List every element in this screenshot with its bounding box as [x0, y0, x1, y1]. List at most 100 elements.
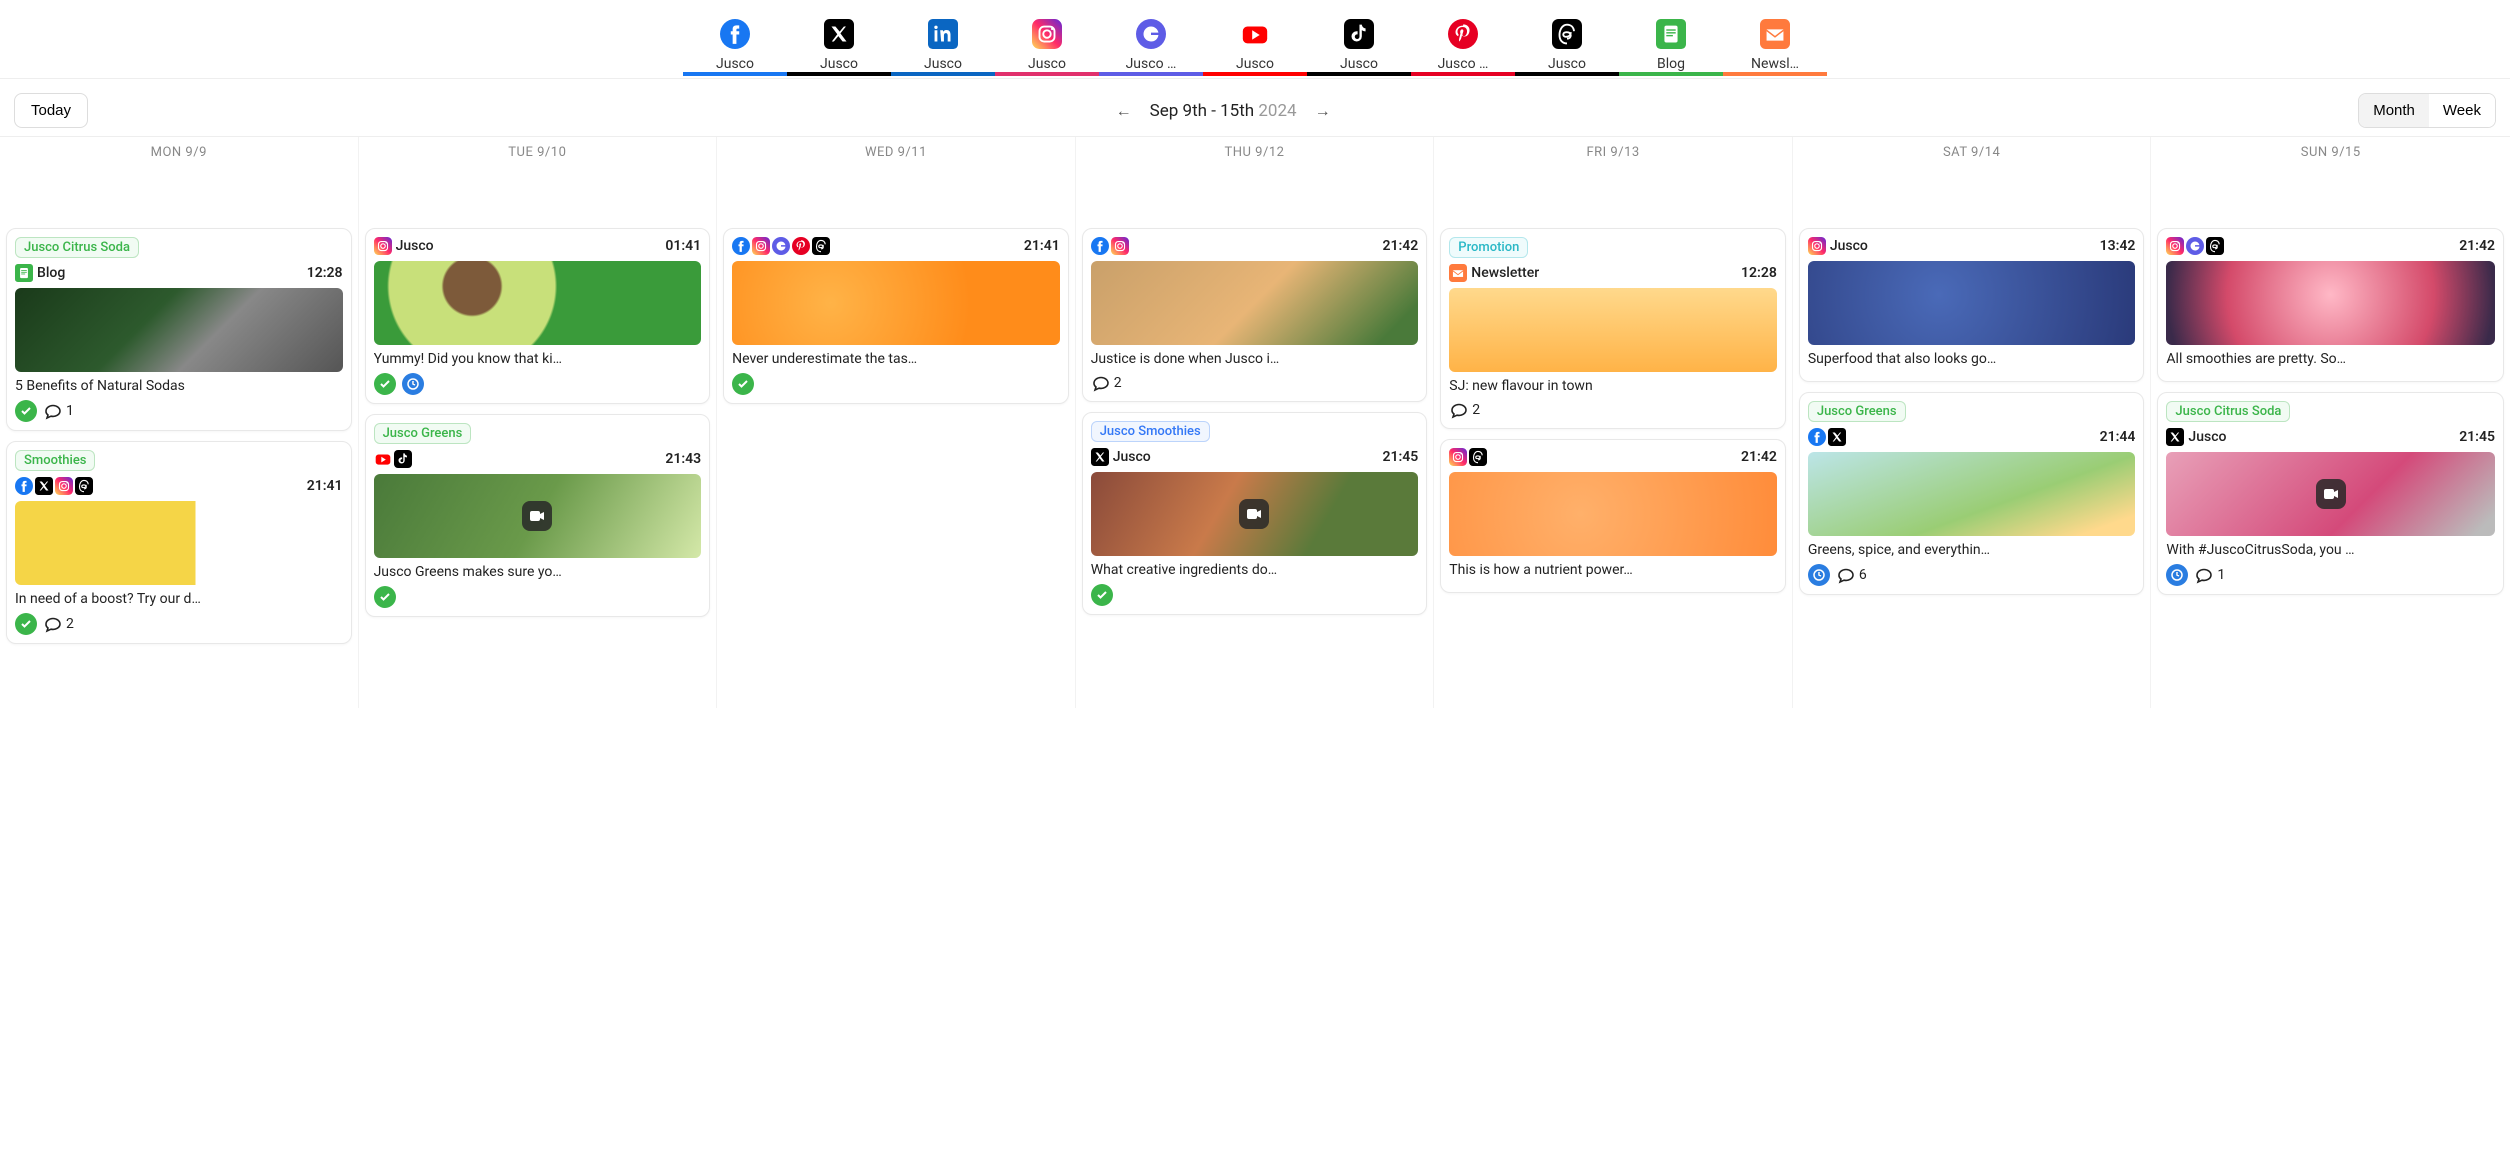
- channel-pinterest[interactable]: Jusco …: [1429, 18, 1497, 72]
- channel-blog[interactable]: Blog: [1637, 18, 1705, 72]
- day-column[interactable]: Jusco01:41Yummy! Did you know that ki…Ju…: [359, 168, 718, 708]
- channel-label: Jusco: [924, 56, 962, 72]
- channel-threads[interactable]: Jusco: [1533, 18, 1601, 72]
- account-name: Jusco: [1113, 449, 1151, 465]
- channel-label: Jusco: [820, 56, 858, 72]
- post-time: 21:42: [1741, 449, 1777, 465]
- channel-label: Jusco: [1236, 56, 1274, 72]
- post-time: 12:28: [1741, 265, 1777, 281]
- post-card[interactable]: Jusco Citrus SodaJusco21:45With #JuscoCi…: [2157, 392, 2504, 595]
- post-card[interactable]: Jusco Smoothies Jusco 21:45 What creative i…: [1082, 412, 1428, 615]
- status-approved-icon: [374, 373, 396, 395]
- post-thumbnail[interactable]: [1449, 288, 1777, 372]
- instagram-icon: [752, 237, 770, 255]
- post-time: 21:41: [1024, 238, 1060, 254]
- x-icon: [823, 18, 855, 50]
- comment-count[interactable]: 2: [43, 614, 74, 634]
- post-time: 21:45: [1382, 449, 1418, 465]
- comment-count[interactable]: 6: [1836, 565, 1867, 585]
- campaign-tag[interactable]: Promotion: [1449, 237, 1528, 258]
- post-card[interactable]: PromotionNewsletter12:28SJ: new flavour …: [1440, 228, 1786, 429]
- post-thumbnail[interactable]: [374, 474, 702, 558]
- channel-newsletter[interactable]: Newsl…: [1741, 18, 1809, 72]
- post-thumbnail[interactable]: [1091, 261, 1419, 345]
- comment-count[interactable]: 2: [1091, 373, 1122, 393]
- post-thumbnail[interactable]: [374, 261, 702, 345]
- campaign-tag[interactable]: Jusco Citrus Soda: [15, 237, 139, 258]
- post-card[interactable]: 21:42Justice is done when Jusco i…2: [1082, 228, 1428, 402]
- post-thumbnail[interactable]: [1808, 452, 2136, 536]
- channel-instagram[interactable]: Jusco: [1013, 18, 1081, 72]
- date-range: Sep 9th - 15th 2024: [1150, 101, 1297, 121]
- post-caption: Greens, spice, and everythin…: [1808, 542, 2136, 558]
- post-card[interactable]: Jusco13:42Superfood that also looks go…: [1799, 228, 2145, 382]
- post-thumbnail[interactable]: [1091, 472, 1419, 556]
- comment-count[interactable]: 1: [2194, 565, 2225, 585]
- x-icon: [35, 477, 53, 495]
- week-view-button[interactable]: Week: [2429, 94, 2495, 127]
- post-card[interactable]: 21:42This is how a nutrient power…: [1440, 439, 1786, 593]
- day-column[interactable]: PromotionNewsletter12:28SJ: new flavour …: [1434, 168, 1793, 708]
- prev-week-button[interactable]: ←: [1116, 101, 1132, 121]
- post-thumbnail[interactable]: [1808, 261, 2136, 345]
- status-approved-icon: [15, 400, 37, 422]
- month-view-button[interactable]: Month: [2359, 94, 2429, 127]
- campaign-tag[interactable]: Smoothies: [15, 450, 95, 471]
- post-card[interactable]: 21:42All smoothies are pretty. So…: [2157, 228, 2504, 382]
- comment-count[interactable]: 1: [43, 401, 74, 421]
- channel-underline: [1307, 72, 1411, 76]
- post-time: 01:41: [665, 238, 701, 254]
- channel-underline: [1723, 72, 1827, 76]
- channel-youtube[interactable]: Jusco: [1221, 18, 1289, 72]
- campaign-tag[interactable]: Jusco Citrus Soda: [2166, 401, 2290, 422]
- channel-linkedin[interactable]: Jusco: [909, 18, 977, 72]
- post-thumbnail[interactable]: [2166, 452, 2495, 536]
- campaign-tag[interactable]: Jusco Greens: [1808, 401, 1906, 422]
- facebook-icon: [15, 477, 33, 495]
- channel-google[interactable]: Jusco …: [1117, 18, 1185, 72]
- account-name: Jusco: [396, 238, 434, 254]
- post-caption: Yummy! Did you know that ki…: [374, 351, 702, 367]
- tiktok-icon: [1343, 18, 1375, 50]
- comment-count[interactable]: 2: [1449, 400, 1480, 420]
- next-week-button[interactable]: →: [1315, 101, 1331, 121]
- channel-x[interactable]: Jusco: [805, 18, 873, 72]
- post-thumbnail[interactable]: [15, 288, 343, 372]
- channel-selector: Jusco Jusco Jusco Jusco Jusco … Jusco Ju…: [0, 0, 2510, 72]
- post-thumbnail[interactable]: [15, 501, 343, 585]
- post-card[interactable]: Smoothies21:41In need of a boost? Try ou…: [6, 441, 352, 644]
- post-caption: Superfood that also looks go…: [1808, 351, 2136, 367]
- day-column[interactable]: Jusco Citrus SodaBlog12:285 Benefits of …: [0, 168, 359, 708]
- post-card[interactable]: Jusco 01:41 Yummy! Did you know that ki…: [365, 228, 711, 404]
- channel-tiktok[interactable]: Jusco: [1325, 18, 1393, 72]
- day-column[interactable]: 21:42All smoothies are pretty. So…Jusco …: [2151, 168, 2510, 708]
- post-thumbnail[interactable]: [2166, 261, 2495, 345]
- day-column[interactable]: 21:42Justice is done when Jusco i…2Jusco…: [1076, 168, 1435, 708]
- day-header: TUE 9/10: [359, 137, 718, 168]
- post-time: 12:28: [307, 265, 343, 281]
- post-thumbnail[interactable]: [1449, 472, 1777, 556]
- channel-underline: [1515, 72, 1619, 76]
- channel-underline: [891, 72, 995, 76]
- facebook-icon: [719, 18, 751, 50]
- day-column[interactable]: 21:41Never underestimate the tas…: [717, 168, 1076, 708]
- view-toggle: Month Week: [2358, 93, 2496, 128]
- x-icon: [1828, 428, 1846, 446]
- linkedin-icon: [927, 18, 959, 50]
- channel-label: Jusco …: [1126, 56, 1177, 72]
- today-button[interactable]: Today: [14, 93, 88, 128]
- post-caption: What creative ingredients do…: [1091, 562, 1419, 578]
- post-card[interactable]: Jusco Greens21:43Jusco Greens makes sure…: [365, 414, 711, 617]
- post-card[interactable]: Jusco Greens 21:44 Greens, spice, and ever…: [1799, 392, 2145, 595]
- campaign-tag[interactable]: Jusco Smoothies: [1091, 421, 1210, 442]
- campaign-tag[interactable]: Jusco Greens: [374, 423, 472, 444]
- post-card[interactable]: Jusco Citrus SodaBlog12:285 Benefits of …: [6, 228, 352, 431]
- post-card[interactable]: 21:41Never underestimate the tas…: [723, 228, 1069, 404]
- youtube-icon: [374, 450, 392, 468]
- x-icon: [1091, 448, 1109, 466]
- threads-icon: [812, 237, 830, 255]
- post-time: 21:44: [2100, 429, 2136, 445]
- day-column[interactable]: Jusco13:42Superfood that also looks go…J…: [1793, 168, 2152, 708]
- channel-facebook[interactable]: Jusco: [701, 18, 769, 72]
- post-thumbnail[interactable]: [732, 261, 1060, 345]
